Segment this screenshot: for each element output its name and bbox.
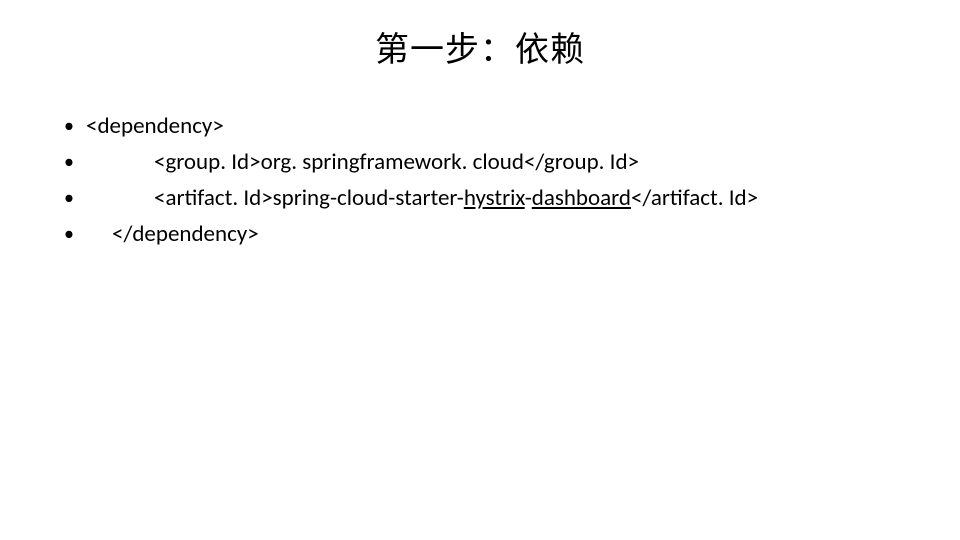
bullet-item-2: <group. Id>org. springframework. cloud</… [58,144,900,180]
bullet-item-4: </dependency> [58,216,900,252]
bullet-text-3b: hystrix [464,184,525,212]
bullet-text-1: <dependency> [86,112,224,140]
bullet-item-1: <dependency> [58,108,900,144]
bullet-text-3e: </artifact. Id> [631,184,758,212]
bullet-text-3d: dashboard [532,184,631,212]
bullet-text-3c: - [525,184,532,212]
bullet-text-4: </dependency> [112,220,259,248]
bullet-text-2: <group. Id>org. springframework. cloud</… [154,148,639,176]
slide-body: <dependency> <group. Id>org. springframe… [58,108,900,252]
slide: 第一步：依赖 <dependency> <group. Id>org. spri… [0,0,960,540]
bullet-list: <dependency> <group. Id>org. springframe… [58,108,900,252]
bullet-text-3a: <artifact. Id>spring-cloud-starter- [154,184,464,212]
bullet-item-3: <artifact. Id>spring-cloud-starter-hystr… [58,180,900,216]
slide-title: 第一步：依赖 [0,22,960,71]
